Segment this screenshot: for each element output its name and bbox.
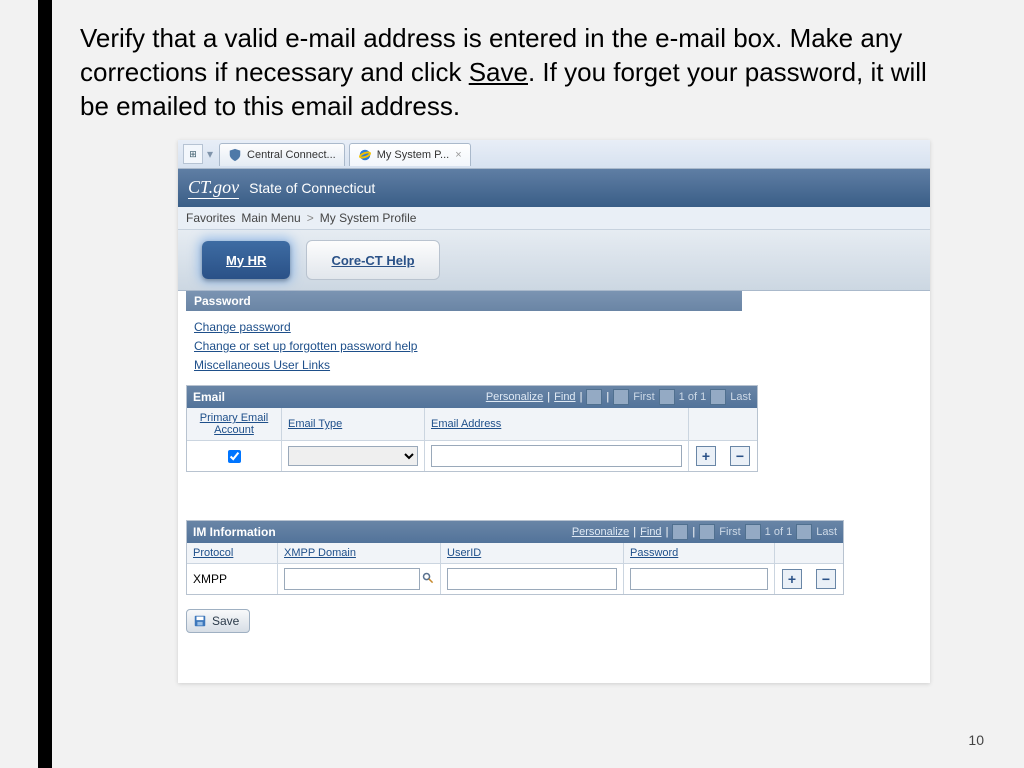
col-userid[interactable]: UserID xyxy=(447,547,481,559)
save-button[interactable]: Save xyxy=(186,609,250,633)
im-grid: IM Information Personalize | Find | | Fi… xyxy=(186,520,844,595)
col-xmpp-domain[interactable]: XMPP Domain xyxy=(284,547,356,559)
browser-tab-2[interactable]: My System P... × xyxy=(349,143,471,166)
email-last-label[interactable]: Last xyxy=(730,391,751,403)
email-grid-tools: Personalize | Find | | First 1 of 1 Last xyxy=(486,389,751,405)
prev-icon[interactable] xyxy=(745,524,761,540)
crumb-sep: > xyxy=(307,211,314,225)
save-icon xyxy=(193,614,207,628)
userid-input[interactable] xyxy=(447,568,617,590)
email-personalize-link[interactable]: Personalize xyxy=(486,391,543,403)
save-button-label: Save xyxy=(212,614,239,628)
browser-tab-1[interactable]: Central Connect... xyxy=(219,143,345,166)
col-email-type[interactable]: Email Type xyxy=(288,418,342,430)
email-grid-row: + − xyxy=(187,441,757,471)
lookup-icon[interactable] xyxy=(422,572,434,586)
add-row-button[interactable]: + xyxy=(782,569,802,589)
primary-email-checkbox[interactable] xyxy=(228,450,241,463)
nav-my-hr[interactable]: My HR xyxy=(202,241,290,279)
im-grid-title-text: IM Information xyxy=(193,525,276,539)
instruction-save: Save xyxy=(469,57,528,87)
email-grid-header: Primary Email Account Email Type Email A… xyxy=(187,408,757,441)
im-grid-title: IM Information Personalize | Find | | Fi… xyxy=(187,521,843,543)
password-section-title: Password xyxy=(186,291,742,311)
col-email-address[interactable]: Email Address xyxy=(431,418,501,430)
email-grid-title: Email Personalize | Find | | First 1 of … xyxy=(187,386,757,408)
instruction-text: Verify that a valid e-mail address is en… xyxy=(80,22,950,123)
im-grid-row: XMPP + − xyxy=(187,564,843,594)
delete-row-button[interactable]: − xyxy=(730,446,750,466)
app-screenshot: ⊞ ▾ Central Connect... My System P... × … xyxy=(178,140,930,683)
im-find-link[interactable]: Find xyxy=(640,526,661,538)
col-primary-email[interactable]: Primary Email Account xyxy=(193,412,275,436)
shield-icon xyxy=(228,148,242,162)
email-grid-title-text: Email xyxy=(193,390,225,404)
prev-icon[interactable] xyxy=(659,389,675,405)
ct-gov-logo: CT.gov xyxy=(188,177,239,199)
page-number: 10 xyxy=(968,732,984,748)
nav-row: My HR Core-CT Help xyxy=(178,230,930,291)
browser-tabstrip: ⊞ ▾ Central Connect... My System P... × xyxy=(178,140,930,169)
im-grid-header: Protocol XMPP Domain UserID Password xyxy=(187,543,843,564)
email-page-label: 1 of 1 xyxy=(679,391,707,403)
nav-help-label: Core-CT Help xyxy=(331,253,414,268)
password-section: Password Change password Change or set u… xyxy=(186,291,922,385)
email-type-select[interactable] xyxy=(288,446,418,466)
zoom-icon[interactable] xyxy=(586,389,602,405)
link-change-password[interactable]: Change password xyxy=(194,320,914,334)
im-last-label[interactable]: Last xyxy=(816,526,837,538)
nav-core-ct-help[interactable]: Core-CT Help xyxy=(306,240,439,280)
link-misc-user-links[interactable]: Miscellaneous User Links xyxy=(194,358,914,372)
tab-2-label: My System P... xyxy=(377,149,450,161)
protocol-value: XMPP xyxy=(193,572,227,586)
slide-edge-strip xyxy=(38,0,52,768)
next-icon[interactable] xyxy=(710,389,726,405)
crumb-favorites[interactable]: Favorites xyxy=(186,211,235,225)
nav-my-hr-label: My HR xyxy=(226,253,266,268)
tab-1-label: Central Connect... xyxy=(247,149,336,161)
im-password-input[interactable] xyxy=(630,568,768,590)
im-grid-tools: Personalize | Find | | First 1 of 1 Last xyxy=(572,524,837,540)
col-protocol[interactable]: Protocol xyxy=(193,547,233,559)
xmpp-domain-input[interactable] xyxy=(284,568,420,590)
email-find-link[interactable]: Find xyxy=(554,391,575,403)
next-icon[interactable] xyxy=(796,524,812,540)
im-first-label[interactable]: First xyxy=(719,526,740,538)
ie-icon xyxy=(358,148,372,162)
email-address-input[interactable] xyxy=(431,445,682,467)
download-icon[interactable] xyxy=(699,524,715,540)
header-title: State of Connecticut xyxy=(249,180,375,196)
zoom-icon[interactable] xyxy=(672,524,688,540)
link-forgot-password-help[interactable]: Change or set up forgotten password help xyxy=(194,339,914,353)
crumb-current: My System Profile xyxy=(320,211,417,225)
breadcrumb: Favorites Main Menu > My System Profile xyxy=(178,207,930,230)
email-grid: Email Personalize | Find | | First 1 of … xyxy=(186,385,758,472)
email-first-label[interactable]: First xyxy=(633,391,654,403)
download-icon[interactable] xyxy=(613,389,629,405)
im-page-label: 1 of 1 xyxy=(765,526,793,538)
crumb-main[interactable]: Main Menu xyxy=(241,211,300,225)
password-links: Change password Change or set up forgott… xyxy=(186,311,922,385)
add-row-button[interactable]: + xyxy=(696,446,716,466)
im-personalize-link[interactable]: Personalize xyxy=(572,526,629,538)
app-header: CT.gov State of Connecticut xyxy=(178,169,930,207)
quick-tabs-icon[interactable]: ⊞ xyxy=(183,144,203,164)
delete-row-button[interactable]: − xyxy=(816,569,836,589)
col-password[interactable]: Password xyxy=(630,547,678,559)
close-icon[interactable]: × xyxy=(455,149,461,161)
